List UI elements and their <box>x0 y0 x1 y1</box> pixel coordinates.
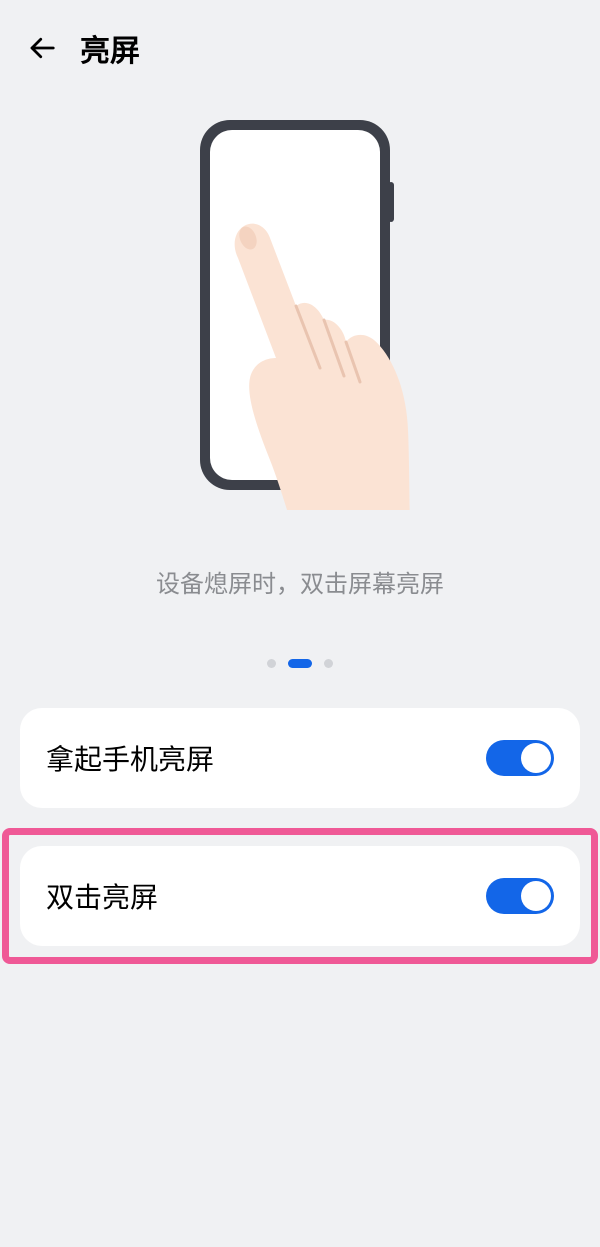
illustration-image <box>160 120 440 510</box>
setting-label: 双击亮屏 <box>46 876 158 916</box>
back-icon[interactable] <box>26 32 58 64</box>
illustration-area: 设备熄屏时，双击屏幕亮屏 <box>0 120 600 668</box>
illustration-caption: 设备熄屏时，双击屏幕亮屏 <box>156 564 444 599</box>
page-indicator <box>267 659 333 668</box>
page-dot[interactable] <box>324 659 333 668</box>
toggle-knob <box>521 743 551 773</box>
settings-list: 拿起手机亮屏 双击亮屏 <box>0 708 600 946</box>
toggle-switch[interactable] <box>486 740 554 776</box>
setting-label: 拿起手机亮屏 <box>46 738 214 778</box>
page-title: 亮屏 <box>80 26 140 70</box>
setting-row-double-tap-wake[interactable]: 双击亮屏 <box>0 846 600 946</box>
header: 亮屏 <box>0 0 600 90</box>
page-dot-active[interactable] <box>288 659 312 668</box>
page-dot[interactable] <box>267 659 276 668</box>
setting-row-raise-to-wake[interactable]: 拿起手机亮屏 <box>0 708 600 808</box>
toggle-knob <box>521 881 551 911</box>
toggle-switch[interactable] <box>486 878 554 914</box>
